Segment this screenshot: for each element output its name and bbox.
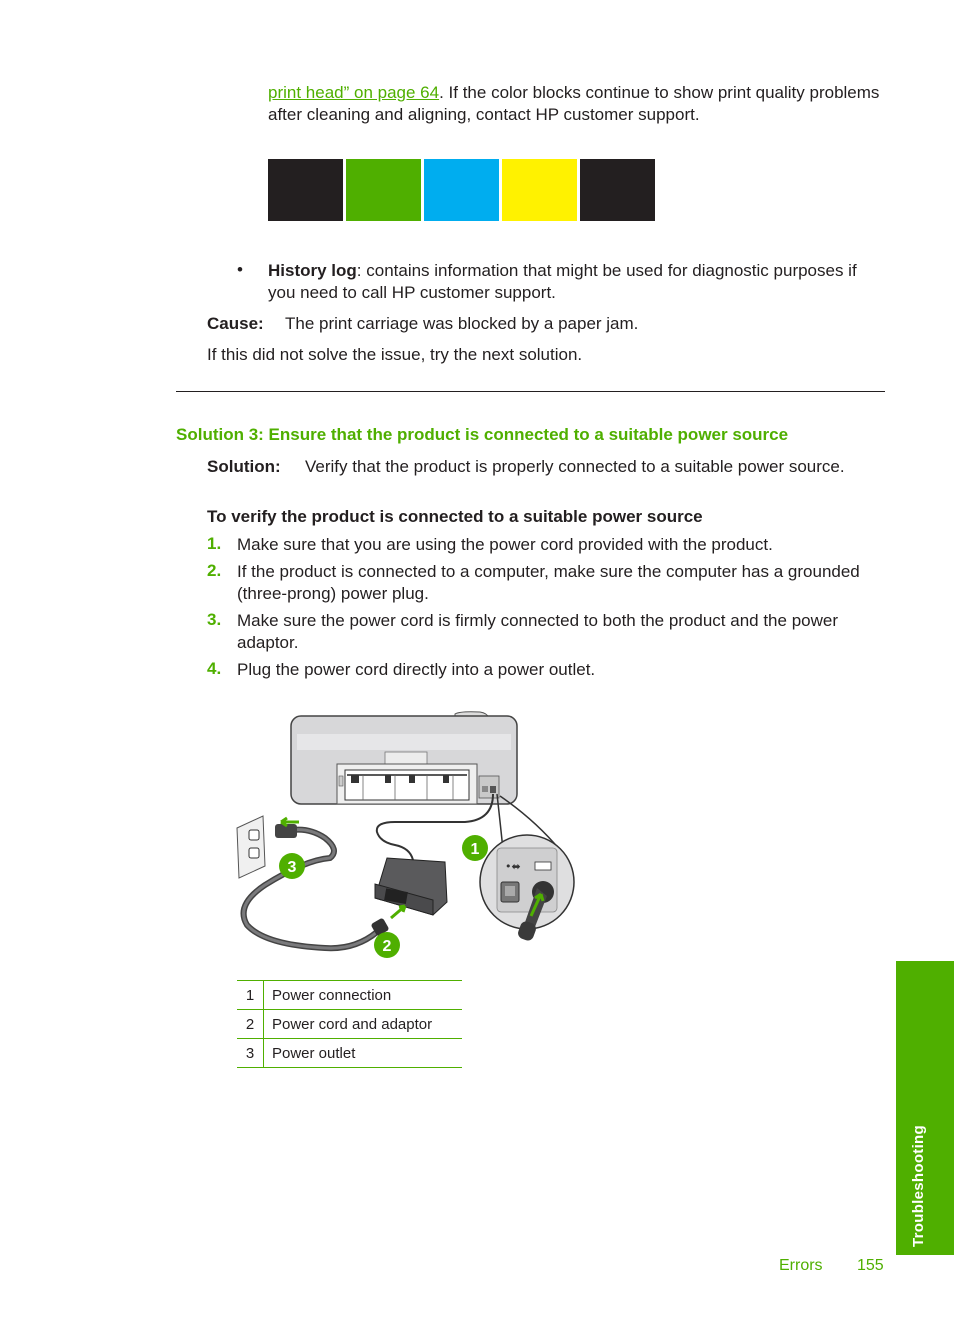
legend-label: Power cord and adaptor [263,1009,462,1039]
svg-text:3: 3 [288,859,297,876]
callout-1: 1 [462,835,488,861]
callout-2: 2 [374,932,400,958]
chapter-side-tab: Troubleshooting [896,961,954,1255]
step-item: 1. Make sure that you are using the powe… [207,534,887,556]
legend-number: 1 [237,980,264,1010]
history-log-bullet: • History log: contains information that… [237,260,887,304]
step-text: If the product is connected to a compute… [237,562,860,603]
solution-line: Solution: Verify that the product is prop… [207,456,845,478]
step-text: Plug the power cord directly into a powe… [237,660,596,679]
solution-heading: Solution 3: Ensure that the product is c… [176,425,789,444]
step-item: 4. Plug the power cord directly into a p… [207,659,887,681]
step-number: 1. [207,534,222,553]
cause-label: Cause: [207,314,264,333]
next-solution-text: If this did not solve the issue, try the… [207,345,583,364]
svg-text:2: 2 [383,938,392,955]
power-port-inset-icon: •⬌ [479,834,575,941]
bullet-text: : contains information that might be use… [268,261,857,302]
color-block-cyan [424,159,499,221]
step-item: 2. If the product is connected to a comp… [207,561,887,605]
procedure-steps: 1. Make sure that you are using the powe… [207,534,887,686]
callout-3: 3 [279,853,305,879]
footer-section-name: Errors [779,1257,823,1274]
diagram-legend-table: 1 Power connection 2 Power cord and adap… [237,980,462,1068]
step-number: 3. [207,610,222,629]
print-head-link[interactable]: print head” on page 64 [268,83,439,102]
procedure-heading: To verify the product is connected to a … [207,507,703,526]
color-block-black [580,159,655,221]
step-text: Make sure the power cord is firmly conne… [237,611,838,652]
cause-line: Cause: The print carriage was blocked by … [207,313,887,335]
legend-row: 2 Power cord and adaptor [237,1009,462,1039]
color-block-sample [268,159,655,221]
bullet-icon: • [237,260,243,279]
solution-text: Verify that the product is properly conn… [305,457,845,476]
legend-label: Power connection [263,980,462,1010]
next-solution-note: If this did not solve the issue, try the… [207,344,582,366]
color-block-black [268,159,343,221]
legend-number: 2 [237,1009,264,1039]
svg-text:1: 1 [471,841,480,858]
legend-number: 3 [237,1038,264,1068]
footer-page-number: 155 [857,1257,884,1274]
printer-back-icon [290,711,518,805]
section-divider [176,391,885,392]
solution-label: Solution: [207,457,281,476]
arrow-icon [390,904,407,920]
color-block-green [346,159,421,221]
color-block-yellow [502,159,577,221]
chapter-side-tab-label: Troubleshooting [910,1125,927,1247]
power-connection-diagram: •⬌ 1 2 3 [235,710,580,965]
power-adaptor-icon [374,857,448,916]
bullet-term: History log [268,261,357,280]
step-number: 2. [207,561,222,580]
step-text: Make sure that you are using the power c… [237,535,773,554]
step-item: 3. Make sure the power cord is firmly co… [207,610,887,654]
svg-text:•⬌: •⬌ [505,860,521,873]
step-number: 4. [207,659,222,678]
diagram-illustration: •⬌ 1 2 3 [236,711,575,958]
intro-paragraph: print head” on page 64. If the color blo… [268,82,888,126]
legend-row: 1 Power connection [237,980,462,1010]
legend-row: 3 Power outlet [237,1038,462,1068]
legend-label: Power outlet [263,1038,462,1068]
cause-text: The print carriage was blocked by a pape… [285,314,639,333]
